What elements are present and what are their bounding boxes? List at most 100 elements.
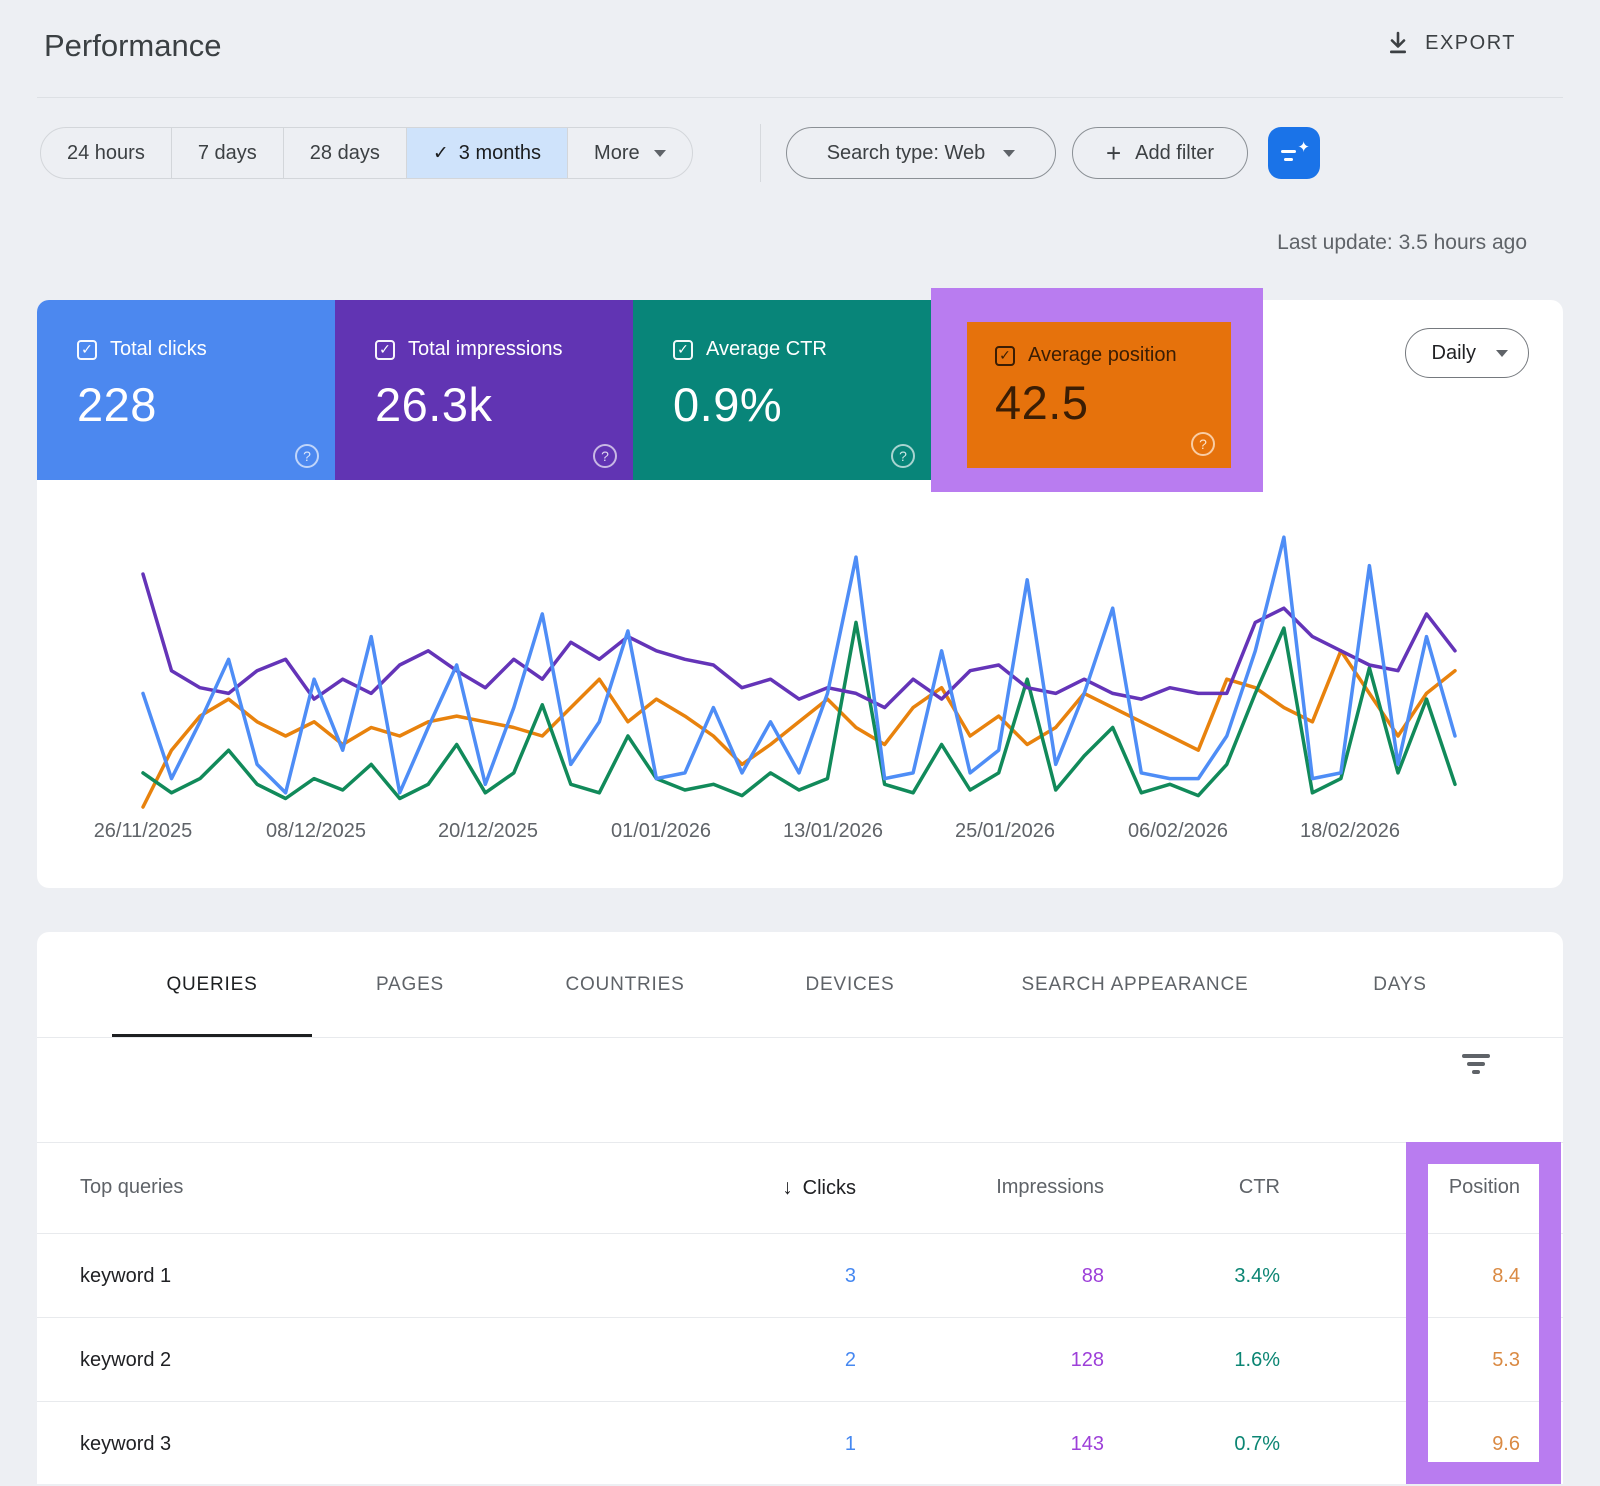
clicks-cell: 2 [845,1318,856,1402]
x-axis-tick: 26/11/2025 [94,820,193,843]
sort-descending-icon: ↓ [782,1176,793,1199]
filter-line-icon [1281,150,1296,153]
chevron-down-icon [1003,150,1015,157]
funnel-line [1462,1054,1490,1058]
position-cell: 9.6 [1492,1402,1520,1486]
search-type-label: Search type: Web [827,142,986,165]
column-header-label: Clicks [803,1177,856,1199]
help-icon[interactable]: ? [1191,432,1215,456]
column-header-clicks-sorted[interactable]: ↓ Clicks [782,1142,856,1233]
date-range-label: 24 hours [67,142,145,165]
metric-label-row: ✓ Average position [995,344,1231,367]
query-cell[interactable]: keyword 2 [80,1318,171,1402]
chevron-down-icon [1496,350,1508,357]
metric-label-row: ✓ Total clicks [77,338,335,361]
column-header-position[interactable]: Position [1449,1142,1520,1233]
metric-value: 228 [77,377,335,432]
clicks-cell: 1 [845,1402,856,1486]
checkbox-checked-icon[interactable]: ✓ [77,340,97,360]
table-row[interactable]: keyword 1 3 88 3.4% 8.4 [37,1233,1563,1317]
table-row[interactable]: keyword 3 1 143 0.7% 9.6 [37,1401,1563,1485]
query-cell[interactable]: keyword 3 [80,1402,171,1486]
date-range-more[interactable]: More [567,128,692,178]
filter-line-icon [1284,158,1293,161]
funnel-line [1472,1070,1480,1074]
table-row[interactable]: keyword 2 2 128 1.6% 5.3 [37,1317,1563,1401]
metric-card-total-impressions[interactable]: ✓ Total impressions 26.3k ? [335,300,633,480]
column-header-top-queries[interactable]: Top queries [80,1142,183,1233]
performance-chart[interactable] [143,500,1455,815]
ctr-cell: 3.4% [1234,1234,1280,1318]
purple-highlight-annotation: ✓ Average position 42.5 ? [931,288,1263,492]
query-cell[interactable]: keyword 1 [80,1234,171,1318]
funnel-line [1467,1062,1485,1066]
metric-value: 0.9% [673,377,931,432]
date-range-label: 7 days [198,142,257,165]
last-update-text: Last update: 3.5 hours ago [1277,231,1527,255]
metric-card-average-position[interactable]: ✓ Average position 42.5 ? [967,322,1231,468]
chart-line-clicks [143,537,1455,793]
tab-devices[interactable]: DEVICES [805,932,894,1037]
tab-pages[interactable]: PAGES [376,932,444,1037]
chevron-down-icon [654,150,666,157]
date-range-label: 3 months [459,142,541,165]
page-title: Performance [44,28,221,64]
metric-label: Total clicks [110,338,207,361]
impressions-cell: 128 [1071,1318,1104,1402]
export-button[interactable]: EXPORT [1385,30,1516,56]
metric-label: Average position [1028,344,1177,367]
search-type-dropdown[interactable]: Search type: Web [786,127,1056,179]
gsc-performance-page: { "header": { "title": "Performance", "e… [0,0,1600,1484]
date-range-28-days[interactable]: 28 days [283,128,406,178]
tab-days[interactable]: DAYS [1373,932,1427,1037]
metric-label-row: ✓ Average CTR [673,338,931,361]
help-icon[interactable]: ? [891,444,915,468]
table-filter-icon[interactable] [1461,1054,1491,1076]
granularity-label: Daily [1432,342,1476,365]
clicks-cell: 3 [845,1234,856,1318]
x-axis-tick: 18/02/2026 [1300,820,1400,843]
tab-queries[interactable]: QUERIES [166,932,257,1037]
metric-value: 42.5 [995,375,1231,430]
x-axis-tick: 25/01/2026 [955,820,1055,843]
ai-filter-button[interactable]: ✦ [1268,127,1320,179]
date-range-label: 28 days [310,142,380,165]
position-cell: 5.3 [1492,1318,1520,1402]
checkbox-checked-icon[interactable]: ✓ [375,340,395,360]
table-header-row: Top queries ↓ Clicks Impressions CTR Posi… [37,1142,1563,1233]
x-axis-tick: 08/12/2025 [266,820,366,843]
checkmark-icon: ✓ [433,142,449,165]
date-range-segmented-control: 24 hours 7 days 28 days ✓ 3 months More [40,127,693,179]
add-filter-button[interactable]: + Add filter [1072,127,1248,179]
help-icon[interactable]: ? [593,444,617,468]
toolbar-divider [760,124,761,182]
date-range-7-days[interactable]: 7 days [171,128,283,178]
ctr-cell: 1.6% [1234,1318,1280,1402]
date-range-24-hours[interactable]: 24 hours [41,128,171,178]
x-axis-tick: 13/01/2026 [783,820,883,843]
granularity-dropdown[interactable]: Daily [1405,328,1529,378]
add-filter-label: Add filter [1135,142,1214,165]
tabs-divider [37,1037,1563,1038]
tab-search-appearance[interactable]: SEARCH APPEARANCE [1022,932,1249,1037]
metric-label-row: ✓ Total impressions [375,338,633,361]
position-cell: 8.4 [1492,1234,1520,1318]
date-range-3-months-selected[interactable]: ✓ 3 months [406,128,567,178]
x-axis-tick: 20/12/2025 [438,820,538,843]
help-icon[interactable]: ? [295,444,319,468]
header-divider [37,97,1563,98]
impressions-cell: 143 [1071,1402,1104,1486]
metric-card-average-ctr[interactable]: ✓ Average CTR 0.9% ? [633,300,931,480]
column-header-impressions[interactable]: Impressions [996,1142,1104,1233]
ctr-cell: 0.7% [1234,1402,1280,1486]
checkbox-checked-icon[interactable]: ✓ [995,346,1015,366]
metric-label: Total impressions [408,338,563,361]
chart-line-position [143,651,1455,807]
tab-countries[interactable]: COUNTRIES [565,932,684,1037]
checkbox-checked-icon[interactable]: ✓ [673,340,693,360]
metric-value: 26.3k [375,377,633,432]
column-header-ctr[interactable]: CTR [1239,1142,1280,1233]
download-icon [1385,30,1411,56]
performance-chart-card: ✓ Total clicks 228 ? ✓ Total impressions… [37,300,1563,888]
metric-card-total-clicks[interactable]: ✓ Total clicks 228 ? [37,300,335,480]
